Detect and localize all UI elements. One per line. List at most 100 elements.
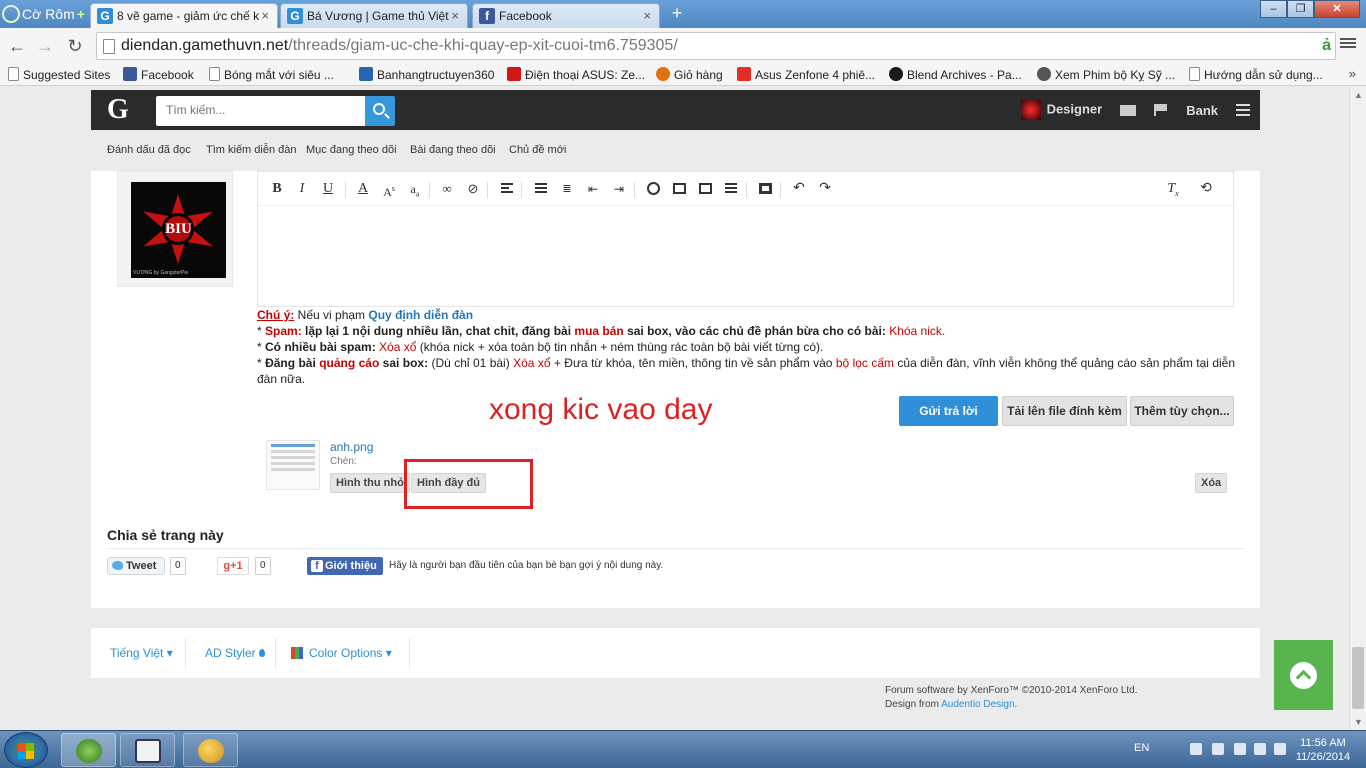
flag-icon[interactable] (1154, 104, 1168, 116)
avatar[interactable]: BIU VƯƠNG by GangsterPie (131, 182, 226, 278)
tweet-button[interactable]: Tweet (107, 557, 165, 575)
new-tab-button[interactable]: + (666, 4, 688, 23)
scroll-down-icon[interactable]: ▼ (1354, 717, 1363, 727)
numbered-list-icon[interactable]: ≣ (558, 180, 576, 198)
color-options-button[interactable]: Color Options ▾ (291, 646, 392, 660)
forward-button[interactable]: → (34, 35, 56, 57)
smilie-icon[interactable] (644, 180, 662, 198)
tab-gamethuvn-thread[interactable]: G 8 vẽ game - giảm ức chế k × (90, 3, 278, 28)
image-icon[interactable] (670, 180, 688, 198)
page-scrollbar[interactable]: ▲ ▼ (1349, 87, 1366, 730)
taskbar-paint[interactable] (183, 733, 238, 767)
font-family-icon[interactable]: aa (406, 180, 424, 198)
media-icon[interactable] (696, 180, 714, 198)
bookmark-guide[interactable]: Hướng dẫn sử dụng... (1189, 67, 1323, 82)
language-chooser[interactable]: Tiếng Việt ▾ (110, 646, 173, 660)
redo-icon[interactable]: ↷ (816, 180, 834, 198)
unlink-icon[interactable]: ⊘ (464, 180, 482, 198)
italic-icon[interactable]: I (293, 180, 311, 198)
bookmark-asus[interactable]: Điện thoại ASUS: Ze... (507, 67, 645, 82)
volume-tray-icon[interactable] (1274, 743, 1286, 755)
scrollbar-thumb[interactable] (1352, 647, 1364, 709)
tab-ba-vuong[interactable]: G Bá Vương | Game thủ Việt × (280, 3, 468, 28)
bookmark-facebook[interactable]: Facebook (123, 67, 194, 82)
tab-title: 8 vẽ game - giảm ức chế k (117, 9, 260, 23)
forum-rules-link[interactable]: Quy định diễn đàn (368, 308, 473, 322)
search-input[interactable] (156, 96, 356, 124)
attachment-thumbnail[interactable] (266, 440, 320, 490)
tab-facebook[interactable]: f Facebook × (472, 3, 660, 28)
bookmark-suggested-sites[interactable]: Suggested Sites (8, 67, 110, 82)
link-icon[interactable]: ∞ (438, 180, 456, 198)
post-reply-button[interactable]: Gửi trả lời (899, 396, 998, 426)
bold-icon[interactable]: B (268, 180, 286, 198)
close-tab-icon[interactable]: × (451, 4, 459, 28)
envelope-icon[interactable] (1120, 104, 1137, 116)
scroll-up-icon[interactable]: ▲ (1354, 90, 1363, 100)
subnav-new-threads[interactable]: Chủ đề mới (509, 144, 566, 156)
indent-icon[interactable]: ⇥ (610, 180, 628, 198)
clock[interactable]: 11:56 AM 11/26/2014 (1290, 736, 1356, 764)
attachment-name[interactable]: anh.png (330, 440, 373, 454)
flag-tray-icon[interactable] (1190, 743, 1202, 755)
ad-styler-button[interactable]: AD Styler (205, 646, 265, 660)
close-tab-icon[interactable]: × (643, 4, 651, 28)
maximize-button[interactable]: ❐ (1287, 0, 1314, 18)
user-menu[interactable]: Designer (1020, 100, 1103, 120)
fb-social-text: Hãy là người bạn đầu tiên của bạn bè bạn… (389, 560, 664, 571)
browser-menu-icon[interactable] (1340, 36, 1356, 52)
network-tray-icon[interactable] (1234, 743, 1246, 755)
search-button[interactable] (365, 96, 395, 126)
start-button[interactable] (4, 732, 48, 768)
close-window-button[interactable]: ✕ (1314, 0, 1360, 18)
bookmark-zenfone[interactable]: Asus Zenfone 4 phiê... (737, 67, 875, 82)
url-input[interactable]: diendan.gamethuvn.net/threads/giam-uc-ch… (96, 32, 1336, 60)
extension-icon[interactable]: ả (1322, 37, 1331, 55)
taskbar-document[interactable] (120, 733, 175, 767)
bookmark-film[interactable]: Xem Phim bộ Kỵ Sỹ ... (1037, 67, 1175, 82)
scroll-to-top-button[interactable] (1274, 640, 1333, 710)
toggle-bbcode-icon[interactable]: ⟲ (1197, 180, 1215, 198)
site-logo[interactable]: G (107, 94, 129, 126)
more-options-button[interactable]: Thêm tùy chọn... (1130, 396, 1234, 426)
remove-format-icon[interactable]: Tx (1164, 180, 1182, 198)
design-credit-link[interactable]: Audentio Design (941, 699, 1014, 710)
security-tray-icon[interactable] (1212, 743, 1224, 755)
hamburger-icon[interactable] (1236, 101, 1250, 119)
bullet-list-icon[interactable] (532, 180, 550, 198)
bookmark-blend[interactable]: Blend Archives - Pa... (889, 67, 1022, 82)
save-draft-icon[interactable] (756, 180, 774, 198)
bookmark-banhang[interactable]: Banhangtructuyen360 (359, 67, 494, 82)
insert-thumbnail-button[interactable]: Hình thu nhỏ (330, 473, 410, 493)
reload-button[interactable]: ↻ (64, 35, 86, 57)
language-indicator[interactable]: EN (1134, 742, 1149, 754)
reply-editor[interactable]: B I U A As aa ∞ ⊘ ≣ ⇤ ⇥ ↶ ↷ Tx ⟲ (257, 171, 1234, 307)
align-icon[interactable] (498, 180, 516, 198)
facebook-like-button[interactable]: f Giới thiệu (307, 557, 383, 575)
bookmarks-overflow-button[interactable]: » (1349, 66, 1356, 81)
subnav-search-forum[interactable]: Tìm kiếm diễn đàn (206, 144, 296, 156)
underline-icon[interactable]: U (319, 180, 337, 198)
outdent-icon[interactable]: ⇤ (584, 180, 602, 198)
subnav-watched-threads[interactable]: Bài đang theo dõi (410, 144, 496, 156)
bookmark-bong-mat[interactable]: Bóng mắt với siêu ... (209, 67, 334, 82)
bookmark-cart[interactable]: Giỏ hàng (656, 67, 723, 82)
subnav-mark-read[interactable]: Đánh dấu đã đọc (107, 144, 191, 156)
font-size-icon[interactable]: As (380, 180, 398, 199)
bank-link[interactable]: Bank (1186, 103, 1218, 118)
google-plus-button[interactable]: g+1 (217, 557, 249, 575)
undo-icon[interactable]: ↶ (790, 180, 808, 198)
back-button[interactable]: ← (6, 35, 28, 57)
user-name: Designer (1046, 101, 1103, 117)
power-tray-icon[interactable] (1254, 743, 1266, 755)
taskbar-coccoc[interactable] (61, 733, 116, 767)
subnav-watched-items[interactable]: Mục đang theo dõi (306, 144, 397, 156)
code-icon[interactable] (722, 180, 740, 198)
minimize-button[interactable]: – (1260, 0, 1287, 18)
coccoc-logo-icon (2, 5, 20, 23)
delete-attachment-button[interactable]: Xóa (1195, 473, 1228, 493)
text-color-icon[interactable]: A (354, 180, 372, 198)
close-tab-icon[interactable]: × (261, 4, 269, 28)
upload-attachment-button[interactable]: Tải lên file đính kèm (1002, 396, 1127, 426)
browser-brand[interactable]: Cờ Rôm + (2, 3, 88, 25)
